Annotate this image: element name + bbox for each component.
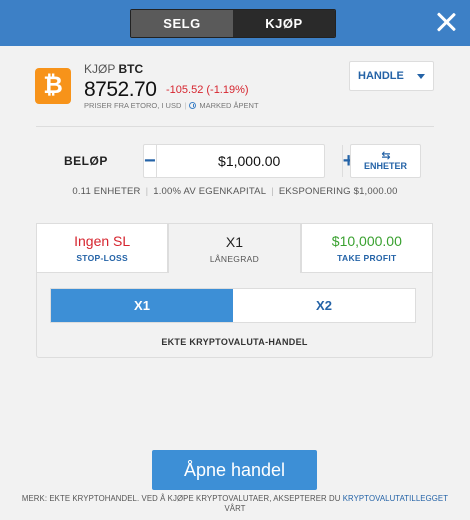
info-separator: | bbox=[145, 186, 149, 197]
position-info: 0.11 ENHETER | 1.00% AV EGENKAPITAL | EKSPON… bbox=[0, 186, 470, 197]
buy-sell-toggle: SELG KJØP bbox=[130, 9, 336, 38]
sell-button[interactable]: SELG bbox=[131, 10, 233, 37]
info-separator: | bbox=[271, 186, 274, 197]
price-source: PRISER FRA ETORO, I USD bbox=[84, 101, 182, 110]
disclaimer-text: MERK: EKTE KRYPTOHANDEL. VED Å KJØPE KRY… bbox=[21, 494, 341, 503]
stop-loss-label: STOP-LOSS bbox=[76, 253, 128, 263]
take-profit-value: $10,000.00 bbox=[331, 233, 402, 249]
buy-button[interactable]: KJØP bbox=[233, 10, 335, 37]
units-toggle-button[interactable]: ⇆ ENHETER bbox=[350, 144, 421, 178]
divider bbox=[36, 126, 434, 127]
units-toggle-label: ENHETER bbox=[363, 161, 407, 171]
trade-type-value: HANDLE bbox=[358, 70, 404, 82]
trade-type-dropdown[interactable]: HANDLE bbox=[349, 61, 434, 91]
leverage-label: LÅNEGRAD bbox=[209, 253, 260, 264]
equity-info: 1.00% AV EGENKAPITAL bbox=[153, 186, 267, 197]
chevron-down-icon bbox=[417, 73, 425, 79]
price-change: -105.52 (-1.19%) bbox=[166, 84, 249, 96]
header: SELG KJØP bbox=[0, 0, 470, 46]
instrument-action: KJØP bbox=[84, 62, 116, 76]
instrument-symbol: BTC bbox=[118, 62, 144, 76]
real-crypto-label: EKTE KRYPTOVALUTA-HANDEL bbox=[161, 337, 308, 347]
clock-icon bbox=[189, 102, 197, 109]
open-trade-button[interactable]: Åpne handel bbox=[152, 450, 317, 490]
amount-label: BELØP bbox=[64, 154, 108, 168]
disclaimer-tail: VÅRT bbox=[224, 504, 246, 513]
tab-take-profit[interactable]: $10,000.00 TAKE PROFIT bbox=[300, 223, 433, 273]
leverage-option-x2[interactable]: X2 bbox=[233, 289, 415, 322]
swap-icon: ⇆ bbox=[381, 150, 390, 162]
instrument-price: 8752.70 bbox=[84, 78, 157, 101]
tab-leverage[interactable]: X1 LÅNEGRAD bbox=[168, 223, 301, 273]
disclaimer-note: MERK: EKTE KRYPTOHANDEL. VED Å KJØPE KRY… bbox=[10, 494, 460, 514]
price-meta: PRISER FRA ETORO, I USD | MARKED ÅPENT bbox=[84, 101, 259, 110]
btc-logo-icon: ₿ bbox=[35, 68, 71, 104]
amount-input[interactable] bbox=[156, 152, 342, 170]
amount-stepper: − + bbox=[143, 144, 354, 178]
market-status: MARKED ÅPENT bbox=[199, 101, 259, 110]
trade-settings-card: Ingen SL STOP-LOSS X1 LÅNEGRAD $10,000.0… bbox=[36, 223, 433, 358]
leverage-value: X1 bbox=[225, 233, 244, 250]
meta-separator: | bbox=[184, 101, 187, 110]
leverage-option-x1[interactable]: X1 bbox=[51, 289, 233, 322]
stop-loss-value: Ingen SL bbox=[74, 233, 131, 249]
exposure-info: EKSPONERING $1,000.00 bbox=[278, 186, 398, 197]
close-icon[interactable] bbox=[434, 10, 458, 34]
settings-tabs: Ingen SL STOP-LOSS X1 LÅNEGRAD $10,000.0… bbox=[36, 223, 433, 273]
crypto-terms-link[interactable]: KRYPTOVALUTATILLEGGET bbox=[343, 494, 448, 503]
decrease-amount-button[interactable]: − bbox=[144, 145, 157, 177]
leverage-toggle: X1 X2 bbox=[50, 288, 416, 323]
take-profit-label: TAKE PROFIT bbox=[337, 253, 397, 263]
units-info: 0.11 ENHETER bbox=[72, 186, 141, 197]
tab-stop-loss[interactable]: Ingen SL STOP-LOSS bbox=[36, 223, 169, 273]
instrument-title: KJØP BTC bbox=[84, 62, 143, 76]
